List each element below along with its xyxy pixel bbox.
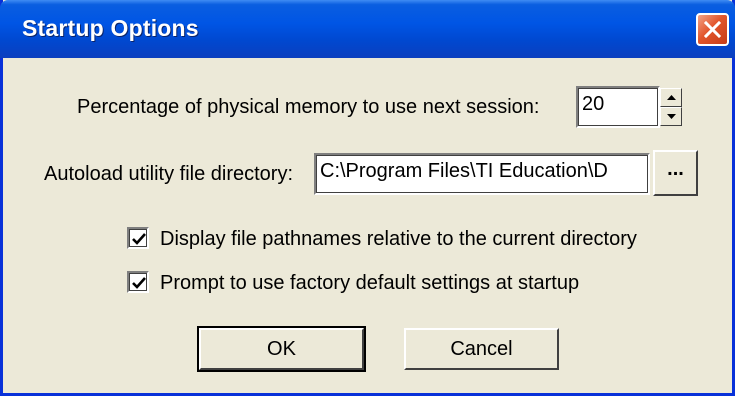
close-icon — [704, 21, 721, 38]
memory-percentage-input[interactable]: 20 — [576, 86, 660, 128]
arrow-up-icon — [667, 95, 676, 100]
checkmark-icon — [132, 233, 146, 245]
title-bar[interactable]: Startup Options — [0, 0, 735, 58]
arrow-down-icon — [667, 114, 676, 119]
memory-spinner[interactable] — [660, 88, 682, 126]
factory-defaults-label[interactable]: Prompt to use factory default settings a… — [160, 272, 579, 295]
spin-up-button[interactable] — [660, 88, 682, 107]
autoload-directory-input[interactable]: C:\Program Files\TI Education\D — [314, 153, 650, 195]
ok-button[interactable]: OK — [197, 326, 366, 372]
browse-button[interactable]: ... — [653, 150, 698, 196]
spin-down-button[interactable] — [660, 107, 682, 126]
close-button[interactable] — [696, 13, 729, 46]
memory-label: Percentage of physical memory to use nex… — [77, 96, 540, 118]
checkmark-icon — [132, 277, 146, 289]
relative-pathnames-checkbox[interactable] — [127, 227, 149, 249]
startup-options-dialog: Startup Options Percentage of physical m… — [0, 0, 735, 396]
autoload-label: Autoload utility file directory: — [44, 163, 294, 185]
factory-defaults-checkbox[interactable] — [127, 271, 149, 293]
cancel-button[interactable]: Cancel — [404, 328, 559, 370]
window-title: Startup Options — [22, 15, 199, 41]
relative-pathnames-label[interactable]: Display file pathnames relative to the c… — [160, 228, 637, 251]
